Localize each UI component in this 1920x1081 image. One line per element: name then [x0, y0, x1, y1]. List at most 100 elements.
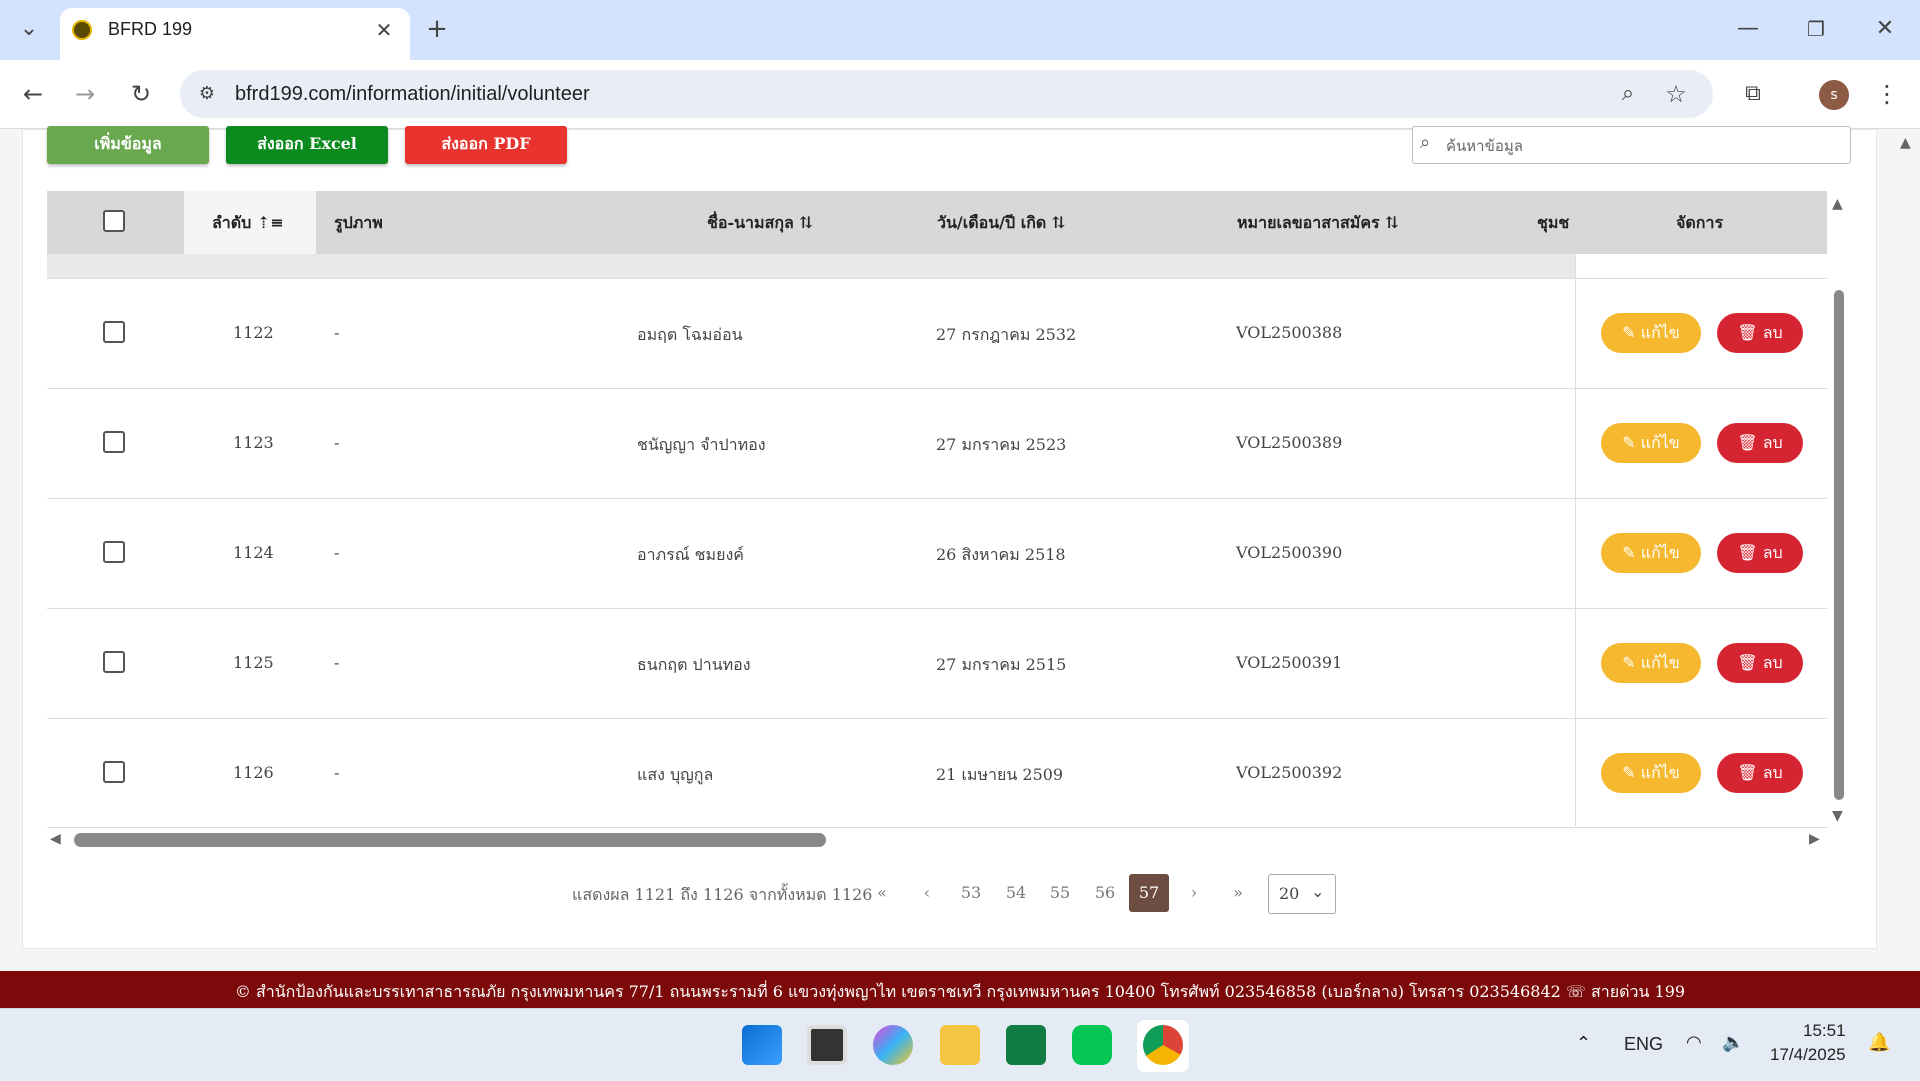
notification-bell-icon[interactable]: 🔔 — [1868, 1032, 1890, 1053]
table-row: 1124 - อาภรณ์ ชมยงค์ 26 สิงหาคม 2518 VOL… — [47, 499, 1827, 609]
tab-search-chevron-icon[interactable]: ⌄ — [12, 14, 46, 44]
cell-dob: 21 เมษายน 2509 — [936, 765, 1064, 784]
header-dob[interactable]: วัน/เดือน/ปี เกิด ⇅ — [937, 211, 1065, 236]
restore-icon[interactable]: ❐ — [1799, 14, 1833, 44]
first-page-button[interactable]: « — [862, 874, 902, 912]
edit-button[interactable]: ✎ แก้ไข — [1601, 533, 1701, 573]
cell-volunteer-id: VOL2500391 — [1236, 653, 1343, 672]
file-explorer-icon[interactable] — [940, 1025, 980, 1065]
page-button[interactable]: 56 — [1085, 874, 1125, 912]
close-tab-icon[interactable]: ✕ — [367, 15, 401, 45]
delete-button[interactable]: 🗑 ลบ — [1717, 643, 1803, 683]
extensions-icon[interactable]: ⧉ — [1736, 79, 1770, 109]
trash-icon: 🗑 — [1737, 763, 1758, 782]
reload-icon[interactable]: ↻ — [124, 79, 158, 109]
cell-volunteer-id: VOL2500389 — [1236, 433, 1343, 452]
export-excel-button[interactable]: ส่งออก Excel — [226, 126, 388, 164]
add-data-button[interactable]: เพิ่มข้อมูล — [47, 126, 209, 164]
cell-volunteer-id: VOL2500390 — [1236, 543, 1343, 562]
chrome-icon[interactable] — [1143, 1025, 1183, 1065]
sort-asc-icon: ⇡≡ — [256, 213, 284, 232]
scroll-right-arrow-icon[interactable]: ▶ — [1809, 831, 1820, 847]
tray-chevron-icon[interactable]: ⌃ — [1576, 1033, 1591, 1054]
edit-button[interactable]: ✎ แก้ไข — [1601, 643, 1701, 683]
new-tab-button[interactable]: + — [420, 14, 454, 44]
header-order[interactable]: ลำดับ ⇡≡ — [212, 211, 284, 236]
cell-name: ธนกฤต ปานทอง — [637, 655, 751, 674]
edit-button[interactable]: ✎ แก้ไข — [1601, 313, 1701, 353]
clock-date[interactable]: 17/4/2025 — [1770, 1045, 1846, 1065]
horizontal-scrollbar-thumb[interactable] — [74, 833, 826, 847]
row-checkbox[interactable] — [103, 431, 125, 453]
header-volunteer-id[interactable]: หมายเลขอาสาสมัคร ⇅ — [1237, 211, 1399, 236]
scroll-up-arrow-icon[interactable]: ▲ — [1832, 196, 1843, 212]
windows-start-icon[interactable] — [742, 1025, 782, 1065]
last-page-button[interactable]: » — [1218, 874, 1258, 912]
sort-icon: ⇅ — [799, 213, 813, 232]
page-button[interactable]: 53 — [951, 874, 991, 912]
copilot-icon[interactable] — [873, 1025, 913, 1065]
header-name[interactable]: ชื่อ-นามสกุล ⇅ — [707, 211, 813, 236]
site-favicon-icon — [72, 20, 92, 40]
row-checkbox[interactable] — [103, 651, 125, 673]
zoom-icon[interactable]: ⌕ — [1611, 79, 1645, 109]
volume-icon[interactable]: 🔈 — [1722, 1032, 1744, 1053]
cell-dob: 27 มกราคม 2515 — [936, 655, 1067, 674]
row-checkbox[interactable] — [103, 321, 125, 343]
delete-button[interactable]: 🗑 ลบ — [1717, 313, 1803, 353]
row-checkbox[interactable] — [103, 541, 125, 563]
prev-page-button[interactable]: ‹ — [907, 874, 947, 912]
clock-time[interactable]: 15:51 — [1803, 1021, 1846, 1041]
scroll-left-arrow-icon[interactable]: ◀ — [50, 831, 61, 847]
edit-button[interactable]: ✎ แก้ไข — [1601, 753, 1701, 793]
line-app-icon[interactable] — [1072, 1025, 1112, 1065]
pencil-icon: ✎ — [1622, 543, 1636, 562]
scroll-down-arrow-icon[interactable]: ▼ — [1832, 808, 1843, 824]
trash-icon: 🗑 — [1737, 323, 1758, 342]
menu-kebab-icon[interactable]: ⋮ — [1870, 79, 1904, 109]
page-size-select[interactable]: 20 ⌄ — [1268, 874, 1336, 914]
vertical-scrollbar-thumb[interactable] — [1834, 290, 1844, 800]
footer-text: © สำนักป้องกันและบรรเทาสาธารณภัย กรุงเทพ… — [234, 982, 1686, 1001]
excel-icon[interactable] — [1006, 1025, 1046, 1065]
cell-order: 1125 — [233, 653, 274, 672]
row-checkbox[interactable] — [103, 761, 125, 783]
search-icon: ⌕ — [1420, 132, 1431, 153]
site-info-icon[interactable]: ⚙ — [190, 79, 224, 109]
close-window-icon[interactable]: ✕ — [1868, 14, 1902, 44]
cell-name: อาภรณ์ ชมยงค์ — [637, 545, 744, 564]
page-button[interactable]: 54 — [996, 874, 1036, 912]
active-page-button[interactable]: 57 — [1129, 874, 1169, 912]
bookmark-star-icon[interactable]: ☆ — [1659, 79, 1693, 109]
profile-avatar[interactable]: s — [1819, 80, 1849, 110]
language-indicator[interactable]: ENG — [1624, 1034, 1663, 1055]
back-icon[interactable]: ← — [16, 79, 50, 109]
wifi-icon[interactable]: ◠ — [1686, 1032, 1702, 1053]
cell-dob: 27 มกราคม 2523 — [936, 435, 1067, 454]
page-button[interactable]: 55 — [1040, 874, 1080, 912]
cell-photo: - — [334, 763, 340, 782]
delete-button[interactable]: 🗑 ลบ — [1717, 423, 1803, 463]
cell-volunteer-id: VOL2500388 — [1236, 323, 1343, 342]
cell-order: 1123 — [233, 433, 274, 452]
header-photo: รูปภาพ — [334, 213, 383, 232]
pencil-icon: ✎ — [1622, 433, 1636, 452]
forward-icon[interactable]: → — [68, 79, 102, 109]
select-all-checkbox[interactable] — [103, 210, 125, 232]
url-text[interactable]: bfrd199.com/information/initial/voluntee… — [235, 83, 590, 106]
delete-button[interactable]: 🗑 ลบ — [1717, 753, 1803, 793]
search-placeholder: ค้นหาข้อมูล — [1446, 137, 1523, 155]
next-page-button[interactable]: › — [1174, 874, 1214, 912]
export-pdf-button[interactable]: ส่งออก PDF — [405, 126, 567, 164]
page-scroll-up-arrow-icon[interactable]: ▲ — [1900, 135, 1911, 151]
header-community: ชุมช — [1537, 213, 1570, 232]
delete-button[interactable]: 🗑 ลบ — [1717, 533, 1803, 573]
trash-icon: 🗑 — [1737, 433, 1758, 452]
cell-name: ชนัญญา จำปาทอง — [637, 435, 766, 454]
edit-button[interactable]: ✎ แก้ไข — [1601, 423, 1701, 463]
cell-photo: - — [334, 653, 340, 672]
minimize-icon[interactable]: — — [1731, 14, 1765, 44]
chevron-down-icon: ⌄ — [1311, 882, 1325, 901]
task-view-icon[interactable] — [807, 1025, 847, 1065]
cell-volunteer-id: VOL2500392 — [1236, 763, 1343, 782]
